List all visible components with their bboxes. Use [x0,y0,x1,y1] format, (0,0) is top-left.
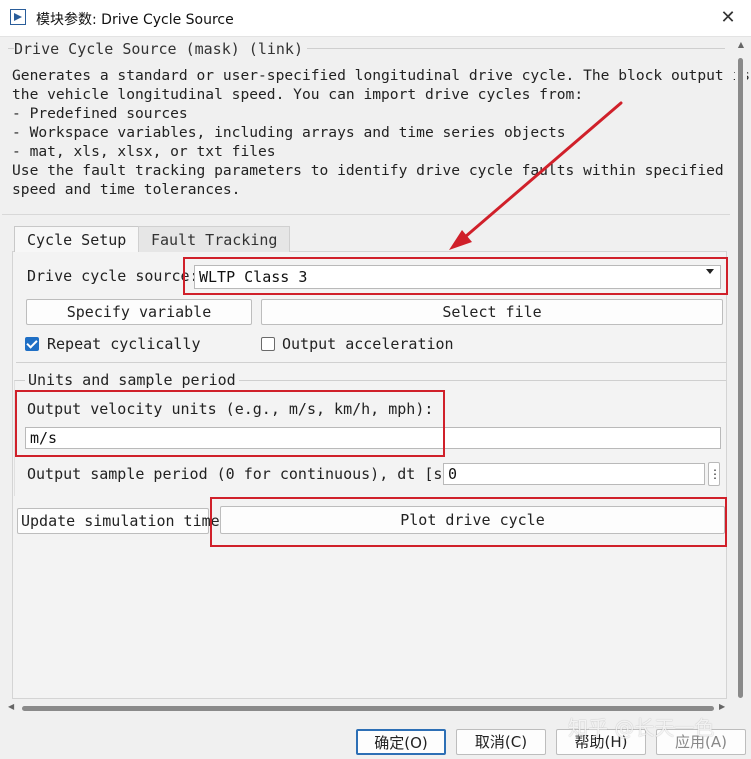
repeat-cyclically-checkbox[interactable] [25,337,39,351]
description-group-title: Drive Cycle Source (mask) (link) [14,40,307,58]
output-acceleration-checkbox[interactable] [261,337,275,351]
description-line: speed and time tolerances. [12,181,241,198]
sample-period-input[interactable]: 0 [443,463,705,485]
vertical-scrollbar-thumb[interactable] [738,58,743,698]
close-icon[interactable]: ✕ [714,6,742,30]
description-line: Generates a standard or user-specified l… [12,67,751,84]
specify-variable-button[interactable]: Specify variable [26,299,252,325]
annotation-box-plot [210,497,727,547]
tab-fault-tracking[interactable]: Fault Tracking [138,226,291,252]
annotation-box-source [183,257,728,295]
description-line: the vehicle longitudinal speed. You can … [12,86,584,103]
description-line: Use the fault tracking parameters to ide… [12,162,724,179]
horizontal-scrollbar-thumb[interactable] [22,706,714,711]
units-group-title: Units and sample period [25,371,239,389]
window-title: 模块参数: Drive Cycle Source [36,12,234,28]
select-file-button[interactable]: Select file [261,299,723,325]
tab-cycle-setup[interactable]: Cycle Setup [14,226,140,252]
description-line: - mat, xls, xlsx, or txt files [12,143,276,160]
more-options-icon[interactable]: ⋮ [708,462,721,486]
divider [16,362,726,363]
annotation-box-velocity [15,390,445,457]
drive-cycle-source-label: Drive cycle source: [27,267,199,285]
scroll-left-icon[interactable]: ◀ [8,702,18,714]
simulink-block-icon [10,9,26,25]
scroll-right-icon[interactable]: ▶ [719,702,729,714]
repeat-cyclically-label: Repeat cyclically [47,335,201,353]
ok-button[interactable]: 确定(O) [356,729,446,755]
update-simulation-time-button[interactable]: Update simulation time [17,508,220,534]
description-line: - Workspace variables, including arrays … [12,124,566,141]
scroll-up-icon[interactable]: ▲ [736,40,746,54]
output-acceleration-label: Output acceleration [282,335,454,353]
description-line: - Predefined sources [12,105,188,122]
watermark: 知乎 @长天一色 [568,716,715,740]
sample-period-label: Output sample period (0 for continuous),… [27,465,461,483]
cancel-button[interactable]: 取消(C) [456,729,546,755]
